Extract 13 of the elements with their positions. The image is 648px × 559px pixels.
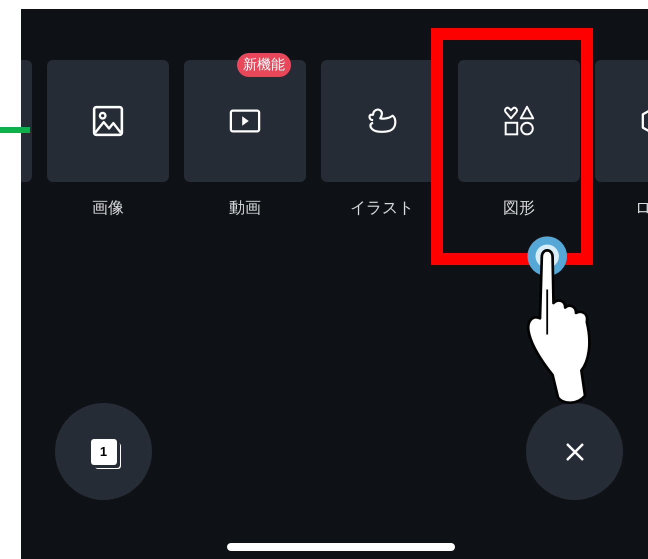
tile-label: 図形 [503, 198, 535, 219]
tool-tile[interactable] [47, 60, 169, 182]
tool-tile[interactable] [458, 60, 580, 182]
close-icon [564, 442, 584, 462]
image-icon [92, 105, 124, 137]
new-badge: 新機能 [237, 53, 291, 77]
page-count-icon: 1 [90, 438, 116, 464]
shapes-icon [503, 105, 535, 137]
pages-button[interactable]: 1 [55, 403, 152, 500]
tile-label: ロ [635, 198, 648, 219]
tile-label: 画像 [92, 198, 124, 219]
tile-label: 動画 [229, 198, 261, 219]
tile-label: イラスト [350, 198, 414, 219]
